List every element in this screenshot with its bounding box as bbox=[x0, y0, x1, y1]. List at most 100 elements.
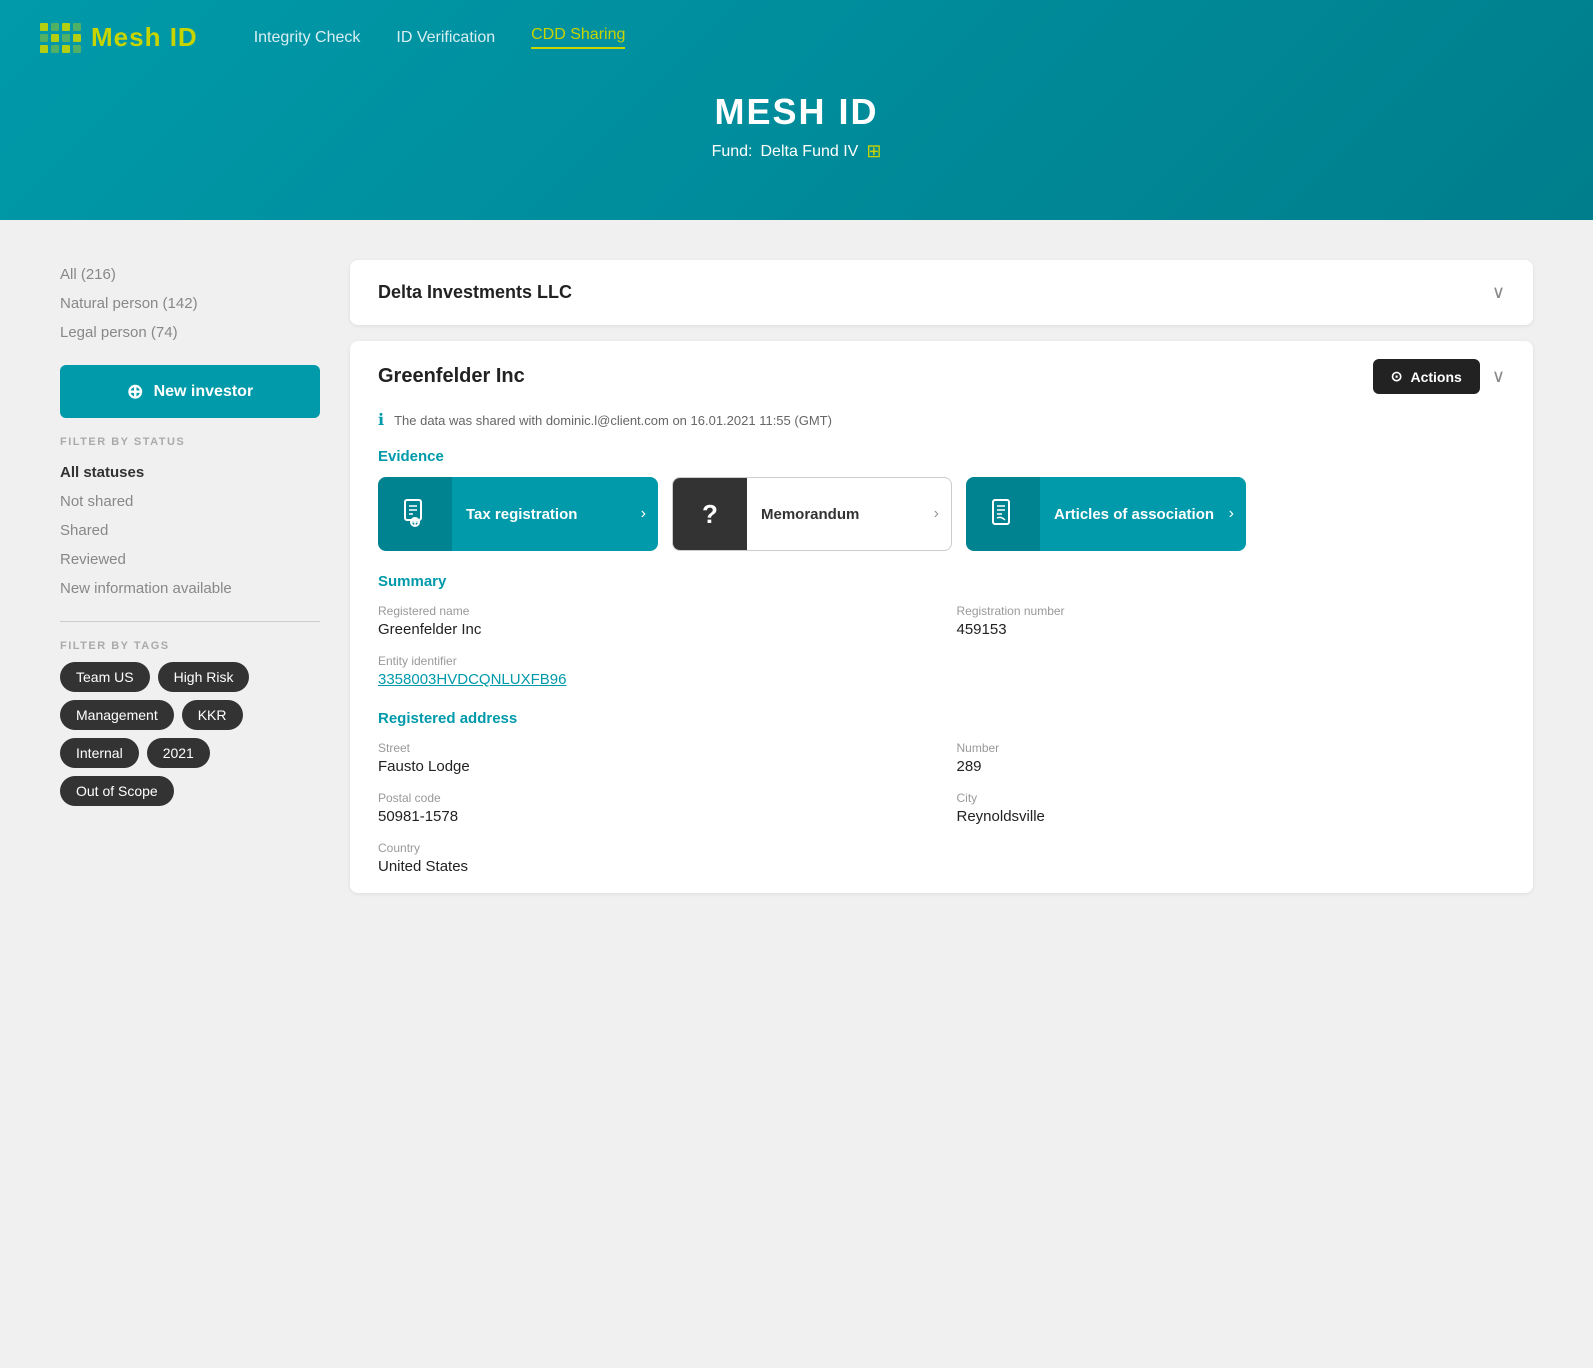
new-investor-button[interactable]: ⊕ New investor bbox=[60, 365, 320, 418]
tax-registration-arrow: › bbox=[641, 505, 658, 523]
tags-list: Team US High Risk Management KKR Interna… bbox=[60, 662, 320, 806]
tag-internal[interactable]: Internal bbox=[60, 738, 139, 768]
main-layout: All (216) Natural person (142) Legal per… bbox=[0, 220, 1593, 933]
logo-dot bbox=[40, 23, 48, 31]
header-center: MESH ID Fund: Delta Fund IV ⊞ bbox=[40, 71, 1553, 162]
actions-gear-icon: ⊙ bbox=[1391, 368, 1403, 385]
summary-label: Summary bbox=[378, 573, 1505, 590]
tag-2021[interactable]: 2021 bbox=[147, 738, 210, 768]
expanded-card-subheader: Greenfelder Inc ⊙ Actions ∨ bbox=[350, 341, 1533, 404]
logo-title: Mesh ID bbox=[91, 22, 198, 53]
number-value: 289 bbox=[957, 758, 1506, 775]
entity-identifier-label: Entity identifier bbox=[378, 654, 1505, 668]
logo-dot bbox=[40, 34, 48, 42]
summary-registered-name: Registered name Greenfelder Inc bbox=[378, 604, 927, 638]
logo-text: Mesh bbox=[91, 22, 170, 52]
status-shared[interactable]: Shared bbox=[60, 516, 320, 545]
memorandum-icon-box: ? bbox=[673, 477, 747, 551]
nav-cdd-sharing[interactable]: CDD Sharing bbox=[531, 26, 625, 49]
tag-management[interactable]: Management bbox=[60, 700, 174, 730]
status-new-info[interactable]: New information available bbox=[60, 574, 320, 603]
evidence-memorandum[interactable]: ? Memorandum › bbox=[672, 477, 952, 551]
tag-team-us[interactable]: Team US bbox=[60, 662, 150, 692]
entity-identifier-value[interactable]: 3358003HVDCQNLUXFB96 bbox=[378, 671, 1505, 688]
document-icon bbox=[399, 498, 431, 530]
actions-button[interactable]: ⊙ Actions bbox=[1373, 359, 1480, 394]
nav-id-verification[interactable]: ID Verification bbox=[396, 29, 495, 47]
articles-label: Articles of association bbox=[1040, 506, 1229, 523]
summary-section: Summary Registered name Greenfelder Inc … bbox=[350, 569, 1533, 706]
tax-registration-label: Tax registration bbox=[452, 506, 641, 523]
registration-number-label: Registration number bbox=[957, 604, 1506, 618]
country-value: United States bbox=[378, 858, 927, 875]
status-not-shared[interactable]: Not shared bbox=[60, 487, 320, 516]
logo-dot bbox=[62, 34, 70, 42]
filter-natural-person[interactable]: Natural person (142) bbox=[60, 289, 320, 318]
question-mark-icon: ? bbox=[702, 499, 718, 530]
logo[interactable]: Mesh ID bbox=[40, 22, 198, 53]
status-filter-list: All statuses Not shared Shared Reviewed … bbox=[60, 458, 320, 603]
sidebar: All (216) Natural person (142) Legal per… bbox=[60, 260, 320, 893]
street-value: Fausto Lodge bbox=[378, 758, 927, 775]
collapsed-card-header[interactable]: Delta Investments LLC ∨ bbox=[350, 260, 1533, 325]
filter-all[interactable]: All (216) bbox=[60, 260, 320, 289]
actions-label: Actions bbox=[1410, 369, 1461, 385]
registered-address-section: Registered address Street Fausto Lodge N… bbox=[350, 706, 1533, 893]
filter-type-list: All (216) Natural person (142) Legal per… bbox=[60, 260, 320, 347]
sidebar-divider bbox=[60, 621, 320, 622]
evidence-label: Evidence bbox=[378, 448, 1505, 465]
evidence-articles[interactable]: Articles of association › bbox=[966, 477, 1246, 551]
tax-registration-icon bbox=[378, 477, 452, 551]
evidence-grid: Tax registration › ? Memorandum › bbox=[378, 477, 1505, 551]
memorandum-label: Memorandum bbox=[747, 506, 934, 523]
chevron-down-icon: ∨ bbox=[1492, 282, 1505, 303]
logo-dot bbox=[62, 23, 70, 31]
logo-accent: ID bbox=[170, 22, 198, 52]
summary-registration-number: Registration number 459153 bbox=[957, 604, 1506, 638]
city-label: City bbox=[957, 791, 1506, 805]
logo-dot bbox=[51, 45, 59, 53]
logo-dot bbox=[73, 23, 81, 31]
memorandum-arrow: › bbox=[934, 505, 951, 523]
header: Mesh ID Integrity Check ID Verification … bbox=[0, 0, 1593, 220]
header-main-title: MESH ID bbox=[714, 91, 878, 133]
logo-dot bbox=[73, 45, 81, 53]
evidence-section: Evidence bbox=[350, 444, 1533, 569]
tag-kkr[interactable]: KKR bbox=[182, 700, 243, 730]
logo-dot bbox=[51, 23, 59, 31]
filter-status-label: FILTER BY STATUS bbox=[60, 436, 320, 448]
status-reviewed[interactable]: Reviewed bbox=[60, 545, 320, 574]
plus-icon: ⊕ bbox=[127, 379, 144, 404]
country-label: Country bbox=[378, 841, 927, 855]
grid-icon[interactable]: ⊞ bbox=[866, 141, 881, 162]
filter-legal-person[interactable]: Legal person (74) bbox=[60, 318, 320, 347]
filter-tags-label: FILTER BY TAGS bbox=[60, 640, 320, 652]
articles-document-icon bbox=[987, 498, 1019, 530]
info-text: The data was shared with dominic.l@clien… bbox=[394, 413, 832, 428]
nav-integrity-check[interactable]: Integrity Check bbox=[254, 29, 361, 47]
tag-high-risk[interactable]: High Risk bbox=[158, 662, 250, 692]
registered-name-value: Greenfelder Inc bbox=[378, 621, 927, 638]
expanded-card: Greenfelder Inc ⊙ Actions ∨ ℹ The data w… bbox=[350, 341, 1533, 893]
summary-entity-identifier: Entity identifier 3358003HVDCQNLUXFB96 bbox=[378, 654, 1505, 688]
fund-name: Delta Fund IV bbox=[761, 143, 859, 161]
status-all[interactable]: All statuses bbox=[60, 458, 320, 487]
company-title: Greenfelder Inc bbox=[378, 365, 525, 388]
logo-dots bbox=[40, 23, 81, 53]
address-street: Street Fausto Lodge bbox=[378, 741, 927, 775]
collapsed-card-title: Delta Investments LLC bbox=[378, 282, 572, 303]
address-city: City Reynoldsville bbox=[957, 791, 1506, 825]
fund-label: Fund: bbox=[712, 143, 753, 161]
logo-dot bbox=[73, 34, 81, 42]
header-fund: Fund: Delta Fund IV ⊞ bbox=[712, 141, 882, 162]
registered-address-label: Registered address bbox=[378, 710, 1505, 727]
expanded-chevron-icon[interactable]: ∨ bbox=[1492, 366, 1505, 387]
logo-dot bbox=[62, 45, 70, 53]
collapsed-card: Delta Investments LLC ∨ bbox=[350, 260, 1533, 325]
evidence-tax-registration[interactable]: Tax registration › bbox=[378, 477, 658, 551]
new-investor-label: New investor bbox=[154, 383, 254, 401]
tag-out-of-scope[interactable]: Out of Scope bbox=[60, 776, 174, 806]
postal-code-value: 50981-1578 bbox=[378, 808, 927, 825]
address-grid: Street Fausto Lodge Number 289 Postal co… bbox=[378, 741, 1505, 875]
postal-code-label: Postal code bbox=[378, 791, 927, 805]
